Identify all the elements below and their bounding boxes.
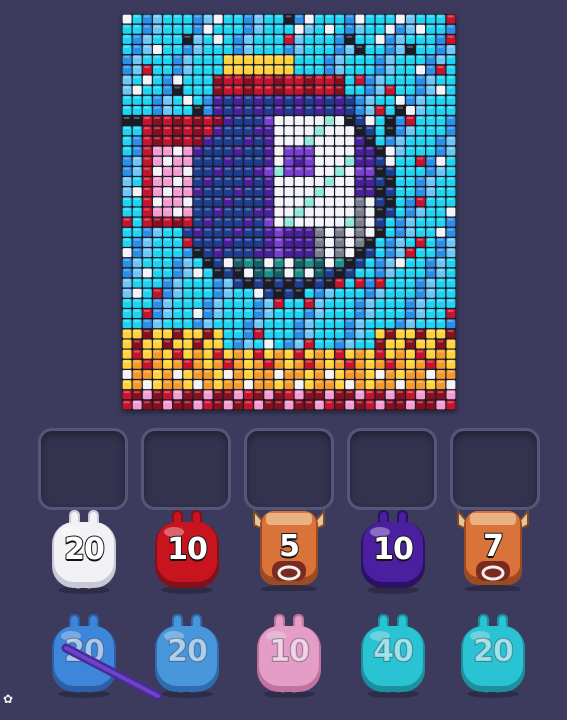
queued-cyan-pig: 40 [356, 612, 430, 698]
shooter-bull[interactable]: 5 [252, 505, 326, 591]
ammo-count: 10 [268, 633, 310, 670]
queued-cyan-pig: 20 [456, 612, 530, 698]
holding-slot-1[interactable] [38, 428, 128, 510]
holding-slot-3[interactable] [244, 428, 334, 510]
holding-slot-5[interactable] [450, 428, 540, 510]
pixel-art-board [122, 14, 456, 410]
drag-pointer-icon [61, 643, 163, 700]
ammo-count: 20 [472, 633, 514, 670]
shooter-red-pig[interactable]: 10 [150, 508, 224, 594]
ammo-count: 10 [166, 531, 209, 568]
ammo-count: 20 [63, 531, 106, 568]
ammo-count: 40 [372, 633, 414, 670]
flower-icon: ✿ [3, 692, 14, 706]
holding-slot-4[interactable] [347, 428, 437, 510]
shooter-purple-pig[interactable]: 10 [356, 508, 430, 594]
ammo-count: 7 [482, 528, 505, 565]
shooter-white-pig[interactable]: 20 [47, 508, 121, 594]
pixel-grid [122, 14, 456, 410]
holding-slot-2[interactable] [141, 428, 231, 510]
shooter-bull[interactable]: 7 [456, 505, 530, 591]
ammo-count: 10 [372, 531, 415, 568]
ammo-count: 5 [278, 528, 301, 565]
queued-pink-pig: 10 [252, 612, 326, 698]
